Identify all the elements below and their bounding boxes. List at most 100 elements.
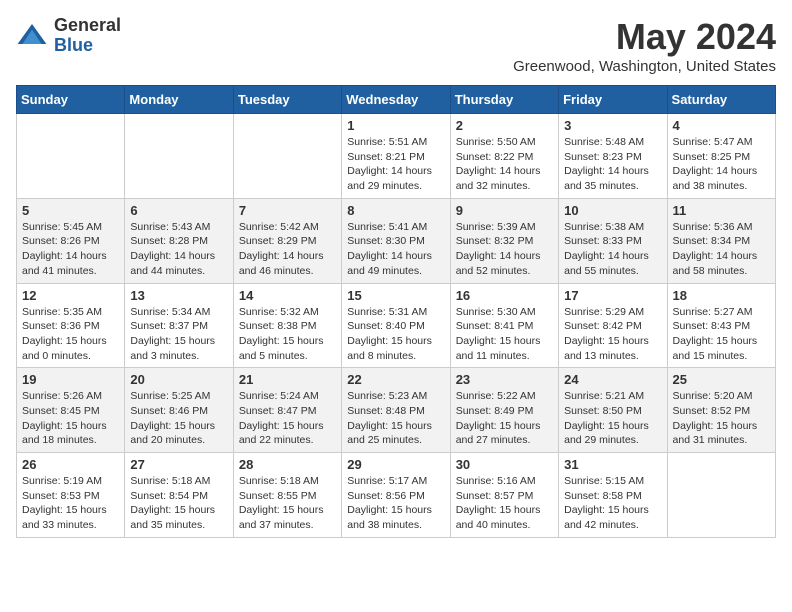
calendar-cell: 10Sunrise: 5:38 AMSunset: 8:33 PMDayligh…	[559, 198, 667, 283]
day-number: 11	[673, 203, 770, 218]
calendar-cell	[17, 114, 125, 199]
month-title: May 2024	[513, 16, 776, 58]
calendar-cell: 23 Sunrise: 5:22 AMSunset: 8:49 PMDayligh…	[450, 368, 558, 453]
page-header: General Blue May 2024 Greenwood, Washing…	[16, 16, 776, 75]
logo: General Blue	[16, 16, 121, 56]
calendar-cell	[125, 114, 233, 199]
calendar-cell: 22 Sunrise: 5:23 AMSunset: 8:48 PMDayligh…	[342, 368, 450, 453]
day-number: 8	[347, 203, 444, 218]
day-info: Sunrise: 5:48 AMSunset: 8:23 PMDaylight:…	[564, 135, 661, 194]
day-info: Sunrise: 5:34 AMSunset: 8:37 PMDaylight:…	[130, 305, 227, 364]
day-info: Sunrise: 5:19 AMSunset: 8:53 PMDaylight:…	[22, 474, 119, 533]
calendar-week-1: 1 Sunrise: 5:51 AMSunset: 8:21 PMDaylight…	[17, 114, 776, 199]
day-info: Sunrise: 5:20 AMSunset: 8:52 PMDaylight:…	[673, 389, 770, 448]
day-info: Sunrise: 5:26 AMSunset: 8:45 PMDaylight:…	[22, 389, 119, 448]
calendar-week-4: 19 Sunrise: 5:26 AMSunset: 8:45 PMDayligh…	[17, 368, 776, 453]
day-info: Sunrise: 5:32 AMSunset: 8:38 PMDaylight:…	[239, 305, 336, 364]
day-info: Sunrise: 5:29 AMSunset: 8:42 PMDaylight:…	[564, 305, 661, 364]
day-info: Sunrise: 5:21 AMSunset: 8:50 PMDaylight:…	[564, 389, 661, 448]
calendar-cell: 3 Sunrise: 5:48 AMSunset: 8:23 PMDaylight…	[559, 114, 667, 199]
day-number: 7	[239, 203, 336, 218]
day-info: Sunrise: 5:42 AMSunset: 8:29 PMDaylight:…	[239, 220, 336, 279]
calendar-cell	[233, 114, 341, 199]
day-number: 23	[456, 372, 553, 387]
day-info: Sunrise: 5:25 AMSunset: 8:46 PMDaylight:…	[130, 389, 227, 448]
calendar-cell: 19 Sunrise: 5:26 AMSunset: 8:45 PMDayligh…	[17, 368, 125, 453]
day-info: Sunrise: 5:17 AMSunset: 8:56 PMDaylight:…	[347, 474, 444, 533]
day-number: 22	[347, 372, 444, 387]
calendar-table: SundayMondayTuesdayWednesdayThursdayFrid…	[16, 85, 776, 538]
day-number: 17	[564, 288, 661, 303]
title-block: May 2024 Greenwood, Washington, United S…	[513, 16, 776, 75]
calendar-cell: 28 Sunrise: 5:18 AMSunset: 8:55 PMDayligh…	[233, 453, 341, 538]
day-number: 21	[239, 372, 336, 387]
calendar-cell: 2 Sunrise: 5:50 AMSunset: 8:22 PMDaylight…	[450, 114, 558, 199]
location-title: Greenwood, Washington, United States	[513, 58, 776, 75]
day-info: Sunrise: 5:43 AMSunset: 8:28 PMDaylight:…	[130, 220, 227, 279]
day-info: Sunrise: 5:47 AMSunset: 8:25 PMDaylight:…	[673, 135, 770, 194]
day-info: Sunrise: 5:39 AMSunset: 8:32 PMDaylight:…	[456, 220, 553, 279]
calendar-cell: 29Sunrise: 5:17 AMSunset: 8:56 PMDayligh…	[342, 453, 450, 538]
calendar-cell: 20Sunrise: 5:25 AMSunset: 8:46 PMDayligh…	[125, 368, 233, 453]
day-info: Sunrise: 5:45 AMSunset: 8:26 PMDaylight:…	[22, 220, 119, 279]
day-number: 5	[22, 203, 119, 218]
calendar-cell: 6 Sunrise: 5:43 AMSunset: 8:28 PMDaylight…	[125, 198, 233, 283]
calendar-cell: 31Sunrise: 5:15 AMSunset: 8:58 PMDayligh…	[559, 453, 667, 538]
day-number: 2	[456, 118, 553, 133]
day-info: Sunrise: 5:18 AMSunset: 8:55 PMDaylight:…	[239, 474, 336, 533]
weekday-header-thursday: Thursday	[450, 86, 558, 114]
day-number: 16	[456, 288, 553, 303]
calendar-cell: 12Sunrise: 5:35 AMSunset: 8:36 PMDayligh…	[17, 283, 125, 368]
day-info: Sunrise: 5:27 AMSunset: 8:43 PMDaylight:…	[673, 305, 770, 364]
calendar-cell: 27Sunrise: 5:18 AMSunset: 8:54 PMDayligh…	[125, 453, 233, 538]
day-number: 26	[22, 457, 119, 472]
day-info: Sunrise: 5:41 AMSunset: 8:30 PMDaylight:…	[347, 220, 444, 279]
calendar-cell: 13 Sunrise: 5:34 AMSunset: 8:37 PMDayligh…	[125, 283, 233, 368]
calendar-cell	[667, 453, 775, 538]
calendar-cell: 26 Sunrise: 5:19 AMSunset: 8:53 PMDayligh…	[17, 453, 125, 538]
calendar-cell: 30 Sunrise: 5:16 AMSunset: 8:57 PMDayligh…	[450, 453, 558, 538]
day-number: 19	[22, 372, 119, 387]
calendar-week-5: 26 Sunrise: 5:19 AMSunset: 8:53 PMDayligh…	[17, 453, 776, 538]
calendar-cell: 5 Sunrise: 5:45 AMSunset: 8:26 PMDaylight…	[17, 198, 125, 283]
calendar-cell: 17 Sunrise: 5:29 AMSunset: 8:42 PMDayligh…	[559, 283, 667, 368]
day-info: Sunrise: 5:51 AMSunset: 8:21 PMDaylight:…	[347, 135, 444, 194]
calendar-cell: 4Sunrise: 5:47 AMSunset: 8:25 PMDaylight…	[667, 114, 775, 199]
day-number: 3	[564, 118, 661, 133]
logo-icon	[16, 20, 48, 52]
day-number: 6	[130, 203, 227, 218]
day-number: 12	[22, 288, 119, 303]
day-number: 18	[673, 288, 770, 303]
day-number: 1	[347, 118, 444, 133]
day-number: 28	[239, 457, 336, 472]
calendar-cell: 1 Sunrise: 5:51 AMSunset: 8:21 PMDaylight…	[342, 114, 450, 199]
calendar-cell: 25 Sunrise: 5:20 AMSunset: 8:52 PMDayligh…	[667, 368, 775, 453]
weekday-header-wednesday: Wednesday	[342, 86, 450, 114]
day-number: 31	[564, 457, 661, 472]
day-info: Sunrise: 5:50 AMSunset: 8:22 PMDaylight:…	[456, 135, 553, 194]
day-number: 14	[239, 288, 336, 303]
calendar-cell: 16Sunrise: 5:30 AMSunset: 8:41 PMDayligh…	[450, 283, 558, 368]
calendar-cell: 18 Sunrise: 5:27 AMSunset: 8:43 PMDayligh…	[667, 283, 775, 368]
calendar-week-3: 12Sunrise: 5:35 AMSunset: 8:36 PMDayligh…	[17, 283, 776, 368]
weekday-header-saturday: Saturday	[667, 86, 775, 114]
day-number: 13	[130, 288, 227, 303]
day-info: Sunrise: 5:18 AMSunset: 8:54 PMDaylight:…	[130, 474, 227, 533]
weekday-header-sunday: Sunday	[17, 86, 125, 114]
calendar-cell: 9Sunrise: 5:39 AMSunset: 8:32 PMDaylight…	[450, 198, 558, 283]
day-number: 10	[564, 203, 661, 218]
weekday-header-friday: Friday	[559, 86, 667, 114]
calendar-cell: 11 Sunrise: 5:36 AMSunset: 8:34 PMDayligh…	[667, 198, 775, 283]
weekday-header-monday: Monday	[125, 86, 233, 114]
day-info: Sunrise: 5:22 AMSunset: 8:49 PMDaylight:…	[456, 389, 553, 448]
day-number: 25	[673, 372, 770, 387]
calendar-week-2: 5 Sunrise: 5:45 AMSunset: 8:26 PMDaylight…	[17, 198, 776, 283]
day-info: Sunrise: 5:36 AMSunset: 8:34 PMDaylight:…	[673, 220, 770, 279]
day-info: Sunrise: 5:16 AMSunset: 8:57 PMDaylight:…	[456, 474, 553, 533]
calendar-cell: 24Sunrise: 5:21 AMSunset: 8:50 PMDayligh…	[559, 368, 667, 453]
calendar-cell: 15Sunrise: 5:31 AMSunset: 8:40 PMDayligh…	[342, 283, 450, 368]
calendar-cell: 21Sunrise: 5:24 AMSunset: 8:47 PMDayligh…	[233, 368, 341, 453]
day-info: Sunrise: 5:23 AMSunset: 8:48 PMDaylight:…	[347, 389, 444, 448]
logo-blue-text: Blue	[54, 36, 121, 56]
day-number: 30	[456, 457, 553, 472]
